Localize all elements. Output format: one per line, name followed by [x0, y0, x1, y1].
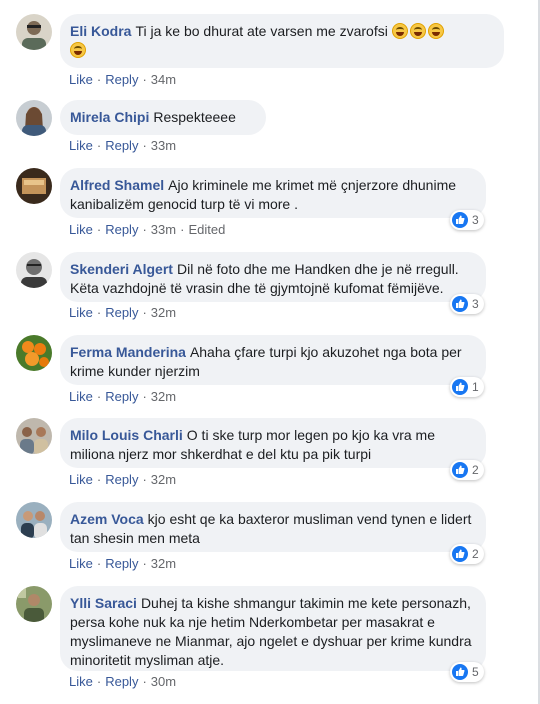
- comment-text: Respekteeee: [153, 109, 236, 125]
- comment-author[interactable]: Milo Louis Charli: [70, 427, 183, 443]
- comment-text: Ti ja ke bo dhurat ate varsen me zvarofs…: [135, 23, 388, 39]
- comment-author[interactable]: Azem Voca: [70, 511, 144, 527]
- comment-actions: Like · Reply · 32m: [69, 556, 177, 571]
- comment-bubble: Eli Kodra Ti ja ke bo dhurat ate varsen m…: [60, 14, 504, 68]
- thumbs-up-icon: [452, 296, 468, 312]
- comment-bubble: Milo Louis Charli O ti ske turp mor legen…: [60, 418, 486, 468]
- like-link[interactable]: Like: [69, 472, 93, 487]
- edited-label[interactable]: Edited: [188, 222, 225, 237]
- comment-time[interactable]: 32m: [151, 389, 176, 404]
- reaction-number: 1: [472, 380, 479, 394]
- comment-time[interactable]: 34m: [151, 72, 176, 87]
- reply-link[interactable]: Reply: [105, 674, 138, 689]
- reaction-count[interactable]: 3: [450, 294, 484, 314]
- laughing-emoji-icon: [409, 23, 426, 39]
- reply-link[interactable]: Reply: [105, 472, 138, 487]
- comment-author[interactable]: Ferma Manderina: [70, 344, 186, 360]
- comment-bubble: Azem Voca kjo esht qe ka baxteror muslima…: [60, 502, 486, 552]
- like-link[interactable]: Like: [69, 138, 93, 153]
- reaction-count[interactable]: 3: [450, 210, 484, 230]
- thumbs-up-icon: [452, 379, 468, 395]
- like-link[interactable]: Like: [69, 389, 93, 404]
- reply-link[interactable]: Reply: [105, 389, 138, 404]
- thumbs-up-icon: [452, 664, 468, 680]
- comment-actions: Like · Reply · 30m: [69, 674, 177, 689]
- laughing-emoji-icon: [391, 23, 408, 39]
- reaction-count[interactable]: 1: [450, 377, 484, 397]
- like-link[interactable]: Like: [69, 556, 93, 571]
- comment-author[interactable]: Alfred Shamel: [70, 177, 164, 193]
- avatar[interactable]: [16, 418, 52, 454]
- comment-actions: Like · Reply · 33m · Edited: [69, 222, 226, 237]
- reaction-number: 2: [472, 547, 479, 561]
- reply-link[interactable]: Reply: [105, 556, 138, 571]
- comment-time[interactable]: 30m: [151, 674, 176, 689]
- laughing-emoji-icon: [427, 23, 444, 39]
- reaction-count[interactable]: 2: [450, 544, 484, 564]
- avatar[interactable]: [16, 502, 52, 538]
- avatar[interactable]: [16, 100, 52, 136]
- reaction-number: 3: [472, 213, 479, 227]
- reaction-number: 3: [472, 297, 479, 311]
- reply-link[interactable]: Reply: [105, 72, 138, 87]
- comment-bubble: Mirela Chipi Respekteeee: [60, 100, 266, 135]
- comment-time[interactable]: 33m: [151, 138, 176, 153]
- thumbs-up-icon: [452, 212, 468, 228]
- comment-author[interactable]: Skenderi Algert: [70, 261, 173, 277]
- thumbs-up-icon: [452, 546, 468, 562]
- thumbs-up-icon: [452, 462, 468, 478]
- reaction-count[interactable]: 2: [450, 460, 484, 480]
- like-link[interactable]: Like: [69, 72, 93, 87]
- comment-time[interactable]: 32m: [151, 305, 176, 320]
- comment-author[interactable]: Ylli Saraci: [70, 595, 137, 611]
- comment-author[interactable]: Mirela Chipi: [70, 109, 149, 125]
- avatar[interactable]: [16, 586, 52, 622]
- avatar[interactable]: [16, 168, 52, 204]
- avatar[interactable]: [16, 14, 52, 50]
- comment-time[interactable]: 32m: [151, 472, 176, 487]
- comment-actions: Like · Reply · 32m: [69, 305, 177, 320]
- reaction-count[interactable]: 5: [450, 662, 484, 682]
- avatar[interactable]: [16, 335, 52, 371]
- like-link[interactable]: Like: [69, 674, 93, 689]
- reply-link[interactable]: Reply: [105, 305, 138, 320]
- comment-actions: Like · Reply · 33m: [69, 138, 177, 153]
- comment-bubble: Alfred Shamel Ajo kriminele me krimet më …: [60, 168, 486, 218]
- comment-actions: Like · Reply · 32m: [69, 389, 177, 404]
- reply-link[interactable]: Reply: [105, 138, 138, 153]
- comment-time[interactable]: 33m: [151, 222, 176, 237]
- comment-bubble: Ferma Manderina Ahaha çfare turpi kjo aku…: [60, 335, 486, 385]
- reaction-number: 2: [472, 463, 479, 477]
- reply-link[interactable]: Reply: [105, 222, 138, 237]
- comment-bubble: Skenderi Algert Dil në foto dhe me Handke…: [60, 252, 486, 302]
- reaction-number: 5: [472, 665, 479, 679]
- laughing-emoji-icon: [70, 42, 86, 58]
- comment-bubble: Ylli Saraci Duhej ta kishe shmangur takim…: [60, 586, 486, 671]
- comment-actions: Like · Reply · 32m: [69, 472, 177, 487]
- comment-actions: Like · Reply · 34m: [69, 72, 177, 87]
- comment-time[interactable]: 32m: [151, 556, 176, 571]
- comment-author[interactable]: Eli Kodra: [70, 23, 131, 39]
- like-link[interactable]: Like: [69, 222, 93, 237]
- avatar[interactable]: [16, 252, 52, 288]
- like-link[interactable]: Like: [69, 305, 93, 320]
